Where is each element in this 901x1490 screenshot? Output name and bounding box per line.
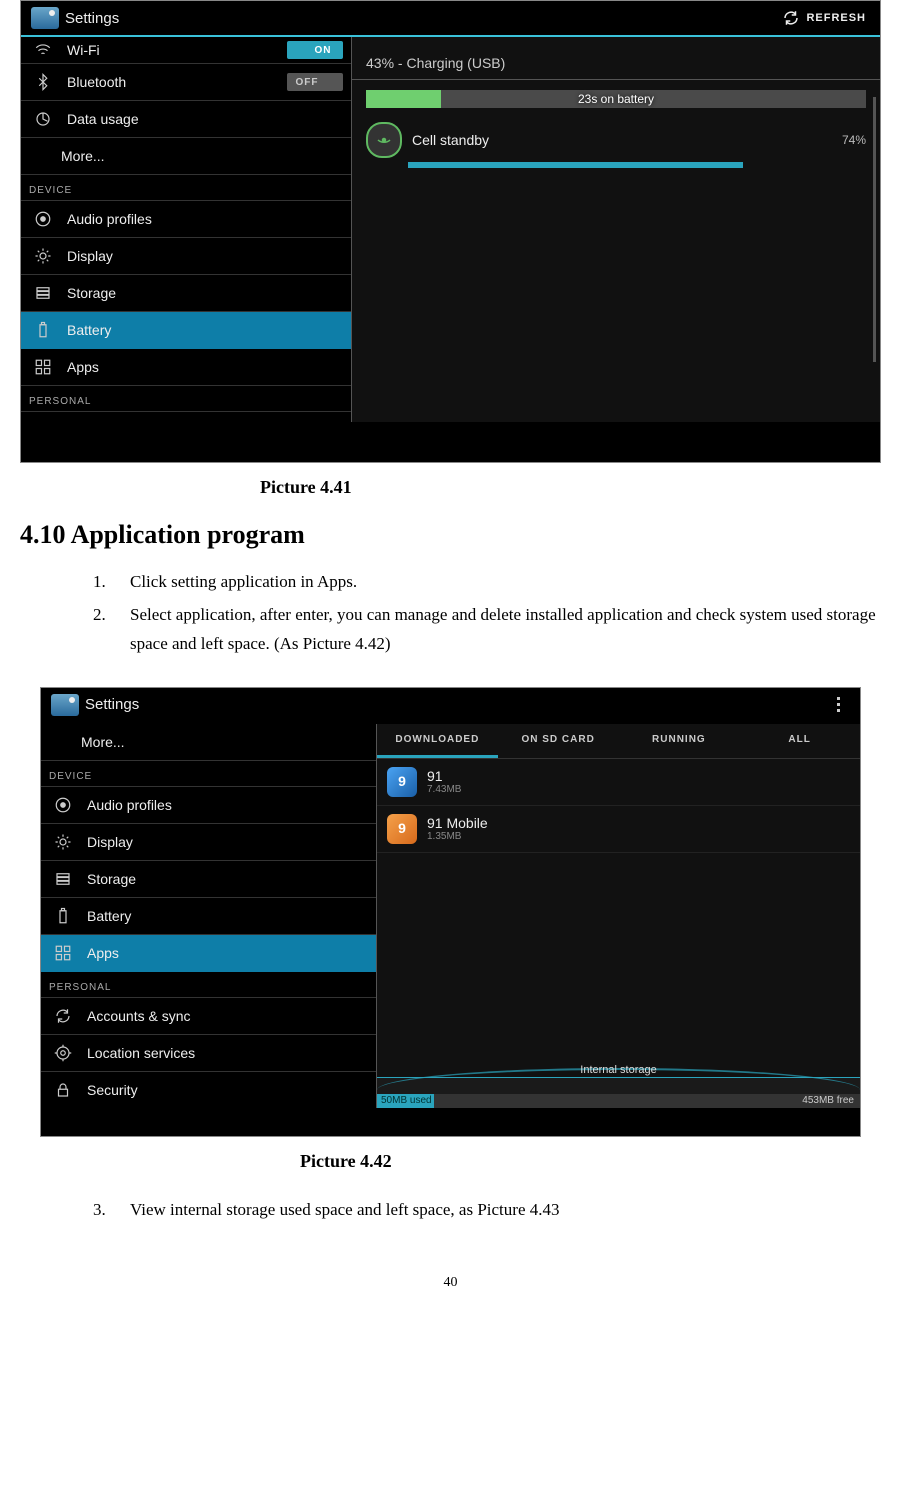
- battery-chart[interactable]: 23s on battery: [366, 90, 866, 108]
- settings-sidebar: Wi-Fi ON Bluetooth OFF Data usage More..…: [21, 37, 352, 422]
- app-name: 91 Mobile: [427, 815, 488, 831]
- settings-sidebar: More... DEVICE Audio profiles Display St…: [41, 724, 377, 1108]
- sidebar-item-battery[interactable]: Battery: [41, 898, 376, 935]
- steps-list-a: Click setting application in Apps. Selec…: [20, 568, 881, 659]
- section-device: DEVICE: [21, 175, 351, 201]
- display-icon: [53, 832, 73, 852]
- battery-detail: 43% - Charging (USB) 23s on battery Cell…: [352, 37, 880, 422]
- sidebar-item-audio-profiles[interactable]: Audio profiles: [21, 201, 351, 238]
- storage-used: 50MB used: [377, 1094, 434, 1108]
- battery-usage-bar: [408, 162, 743, 168]
- screenshot-battery: Settings REFRESH Wi-Fi ON Bluetooth: [20, 0, 881, 463]
- caption-4-42: Picture 4.42: [300, 1151, 881, 1172]
- storage-summary: Internal storage 50MB used 453MB free: [377, 1077, 860, 1108]
- battery-usage-pct: 74%: [842, 133, 866, 147]
- section-device: DEVICE: [41, 761, 376, 787]
- refresh-button[interactable]: REFRESH: [782, 9, 866, 27]
- app-icon: 9: [387, 814, 417, 844]
- tab-downloaded[interactable]: DOWNLOADED: [377, 724, 498, 758]
- sidebar-item-storage[interactable]: Storage: [21, 275, 351, 312]
- display-icon: [33, 246, 53, 266]
- sidebar-item-security[interactable]: Security: [41, 1072, 376, 1108]
- sidebar-item-more[interactable]: More...: [21, 138, 351, 175]
- tab-all[interactable]: ALL: [739, 724, 860, 758]
- battery-status: 43% - Charging (USB): [352, 37, 880, 80]
- step-2: Select application, after enter, you can…: [110, 601, 881, 659]
- topbar: Settings REFRESH: [21, 1, 880, 37]
- overflow-menu-icon[interactable]: [831, 693, 846, 716]
- step-1: Click setting application in Apps.: [110, 568, 881, 597]
- apps-tabs: DOWNLOADED ON SD CARD RUNNING ALL: [377, 724, 860, 759]
- app-icon: 9: [387, 767, 417, 797]
- storage-icon: [33, 283, 53, 303]
- battery-time-label: 23s on battery: [366, 90, 866, 108]
- sidebar-item-display[interactable]: Display: [41, 824, 376, 861]
- app-size: 7.43MB: [427, 784, 461, 795]
- sidebar-item-data-usage[interactable]: Data usage: [21, 101, 351, 138]
- apps-icon: [53, 943, 73, 963]
- wifi-icon: [33, 40, 53, 60]
- apps-icon: [33, 357, 53, 377]
- tab-running[interactable]: RUNNING: [619, 724, 740, 758]
- cell-standby-icon: [366, 122, 402, 158]
- sidebar-item-bluetooth[interactable]: Bluetooth OFF: [21, 64, 351, 101]
- app-list-item[interactable]: 9 91 Mobile 1.35MB: [377, 806, 860, 853]
- section-personal: PERSONAL: [41, 972, 376, 998]
- sidebar-item-location[interactable]: Location services: [41, 1035, 376, 1072]
- sync-icon: [53, 1006, 73, 1026]
- sidebar-item-accounts[interactable]: Accounts & sync: [41, 998, 376, 1035]
- battery-usage-name: Cell standby: [412, 132, 832, 148]
- settings-app-icon: [31, 7, 59, 29]
- sidebar-item-apps[interactable]: Apps: [21, 349, 351, 386]
- settings-app-icon: [51, 694, 79, 716]
- sidebar-item-storage[interactable]: Storage: [41, 861, 376, 898]
- tab-sd-card[interactable]: ON SD CARD: [498, 724, 619, 758]
- audio-icon: [53, 795, 73, 815]
- scrollbar[interactable]: [873, 97, 876, 362]
- section-personal: PERSONAL: [21, 386, 351, 412]
- data-usage-icon: [33, 109, 53, 129]
- lock-icon: [53, 1080, 73, 1100]
- battery-usage-item[interactable]: Cell standby 74%: [366, 122, 866, 158]
- app-title: Settings: [65, 10, 119, 27]
- sidebar-item-audio-profiles[interactable]: Audio profiles: [41, 787, 376, 824]
- storage-label: Internal storage: [377, 1064, 860, 1076]
- bluetooth-toggle[interactable]: OFF: [287, 73, 343, 91]
- section-heading: 4.10 Application program: [20, 520, 881, 550]
- location-icon: [53, 1043, 73, 1063]
- sidebar-item-apps[interactable]: Apps: [41, 935, 376, 972]
- app-size: 1.35MB: [427, 831, 488, 842]
- refresh-icon: [782, 9, 800, 27]
- app-name: 91: [427, 768, 461, 784]
- app-title: Settings: [85, 696, 139, 713]
- storage-free: 453MB free: [802, 1095, 860, 1106]
- battery-icon: [33, 320, 53, 340]
- app-list-item[interactable]: 9 91 7.43MB: [377, 759, 860, 806]
- topbar: Settings: [41, 688, 860, 724]
- wifi-toggle[interactable]: ON: [287, 41, 343, 59]
- apps-detail: DOWNLOADED ON SD CARD RUNNING ALL 9 91 7…: [377, 724, 860, 1108]
- audio-icon: [33, 209, 53, 229]
- sidebar-item-more[interactable]: More...: [41, 724, 376, 761]
- page-number: 40: [20, 1275, 881, 1291]
- storage-icon: [53, 869, 73, 889]
- steps-list-b: View internal storage used space and lef…: [20, 1196, 881, 1225]
- refresh-label: REFRESH: [806, 12, 866, 24]
- battery-icon: [53, 906, 73, 926]
- sidebar-item-battery[interactable]: Battery: [21, 312, 351, 349]
- bluetooth-icon: [33, 72, 53, 92]
- caption-4-41: Picture 4.41: [260, 477, 881, 498]
- sidebar-item-display[interactable]: Display: [21, 238, 351, 275]
- step-3: View internal storage used space and lef…: [110, 1196, 881, 1225]
- screenshot-apps: Settings More... DEVICE Audio profiles D…: [40, 687, 861, 1137]
- sidebar-item-wifi[interactable]: Wi-Fi ON: [21, 37, 351, 64]
